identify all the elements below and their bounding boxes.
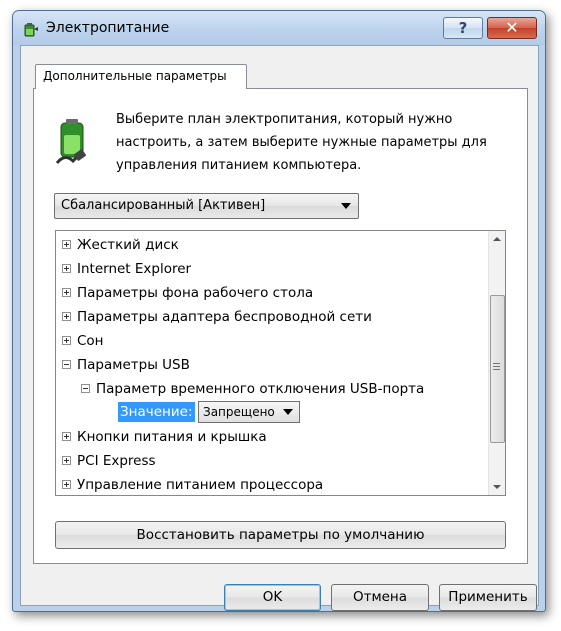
expand-icon[interactable] — [62, 455, 71, 465]
expand-icon[interactable] — [62, 239, 71, 249]
ok-button[interactable]: OK — [224, 584, 321, 611]
tree-item-processor-power[interactable]: Управление питанием процессора — [62, 474, 324, 495]
tree-item-label: Кнопки питания и крышка — [77, 429, 267, 445]
setting-value-select[interactable]: Запрещено — [198, 401, 300, 423]
tree-item-usb-settings[interactable]: Параметры USB — [62, 354, 190, 376]
description-text: Выберите план электропитания, который ну… — [116, 112, 487, 173]
tree-item-internet-explorer[interactable]: Internet Explorer — [62, 258, 191, 280]
collapse-icon[interactable] — [81, 383, 90, 393]
power-options-icon — [24, 23, 38, 37]
window-title: Электропитание — [46, 20, 170, 36]
tree-item-label: Параметры USB — [77, 357, 190, 373]
vertical-scrollbar[interactable] — [488, 231, 505, 495]
tree-item-pci-express[interactable]: PCI Express — [62, 450, 156, 472]
tree-item-label: Управление питанием процессора — [77, 477, 324, 493]
chevron-down-icon — [283, 409, 293, 415]
cancel-button[interactable]: Отмена — [331, 584, 429, 611]
restore-defaults-button[interactable]: Восстановить параметры по умолчанию — [55, 521, 506, 549]
expand-icon[interactable] — [62, 335, 71, 345]
tree-item-desktop-background[interactable]: Параметры фона рабочего стола — [62, 282, 313, 304]
tree-item-wireless-adapter[interactable]: Параметры адаптера беспроводной сети — [62, 306, 372, 328]
power-options-window: Электропитание ? ✕ Дополнительные параме… — [12, 10, 546, 612]
scroll-up-icon[interactable] — [489, 231, 505, 248]
expand-icon[interactable] — [62, 431, 71, 441]
battery-plug-icon — [55, 119, 86, 164]
tree-item-label: PCI Express — [77, 453, 156, 469]
grip-icon — [493, 363, 500, 364]
expand-icon[interactable] — [62, 311, 71, 321]
power-plan-value: Сбалансированный [Активен] — [61, 198, 266, 213]
tree-item-power-buttons-lid[interactable]: Кнопки питания и крышка — [62, 426, 267, 448]
expand-icon[interactable] — [62, 263, 71, 273]
apply-button[interactable]: Применить — [439, 584, 537, 611]
tree-item-usb-selective-suspend[interactable]: Параметр временного отключения USB-порта — [81, 378, 424, 400]
collapse-icon[interactable] — [62, 359, 71, 369]
chevron-down-icon — [341, 203, 351, 209]
setting-value: Запрещено — [203, 405, 275, 419]
tree-item-label: Internet Explorer — [77, 261, 192, 277]
expand-icon[interactable] — [62, 287, 71, 297]
power-plan-select[interactable]: Сбалансированный [Активен] — [54, 193, 359, 219]
dialog-body: Дополнительные параметры Выберите план э… — [20, 45, 539, 611]
scroll-down-icon[interactable] — [489, 478, 505, 495]
help-button[interactable]: ? — [443, 17, 483, 39]
tree-item-label: Параметры фона рабочего стола — [77, 285, 314, 301]
tree-item-label: Жесткий диск — [77, 237, 179, 253]
close-button[interactable]: ✕ — [487, 17, 537, 39]
tree-item-label: Параметр временного отключения USB-порта — [96, 381, 425, 397]
tree-item-hard-disk[interactable]: Жесткий диск — [62, 234, 179, 256]
expand-icon[interactable] — [62, 479, 71, 489]
scroll-thumb[interactable] — [490, 295, 505, 443]
settings-tree[interactable]: Жесткий диск Internet Explorer Параметры… — [55, 230, 506, 496]
setting-value-label: Значение: — [118, 402, 195, 422]
tree-item-label: Параметры адаптера беспроводной сети — [77, 309, 372, 325]
tree-item-sleep[interactable]: Сон — [62, 330, 104, 352]
tree-item-label: Сон — [77, 333, 104, 349]
tab-panel: Выберите план электропитания, который ну… — [33, 88, 528, 564]
tab-advanced-settings[interactable]: Дополнительные параметры — [35, 64, 247, 89]
title-bar[interactable]: Электропитание ? ✕ — [13, 11, 545, 45]
